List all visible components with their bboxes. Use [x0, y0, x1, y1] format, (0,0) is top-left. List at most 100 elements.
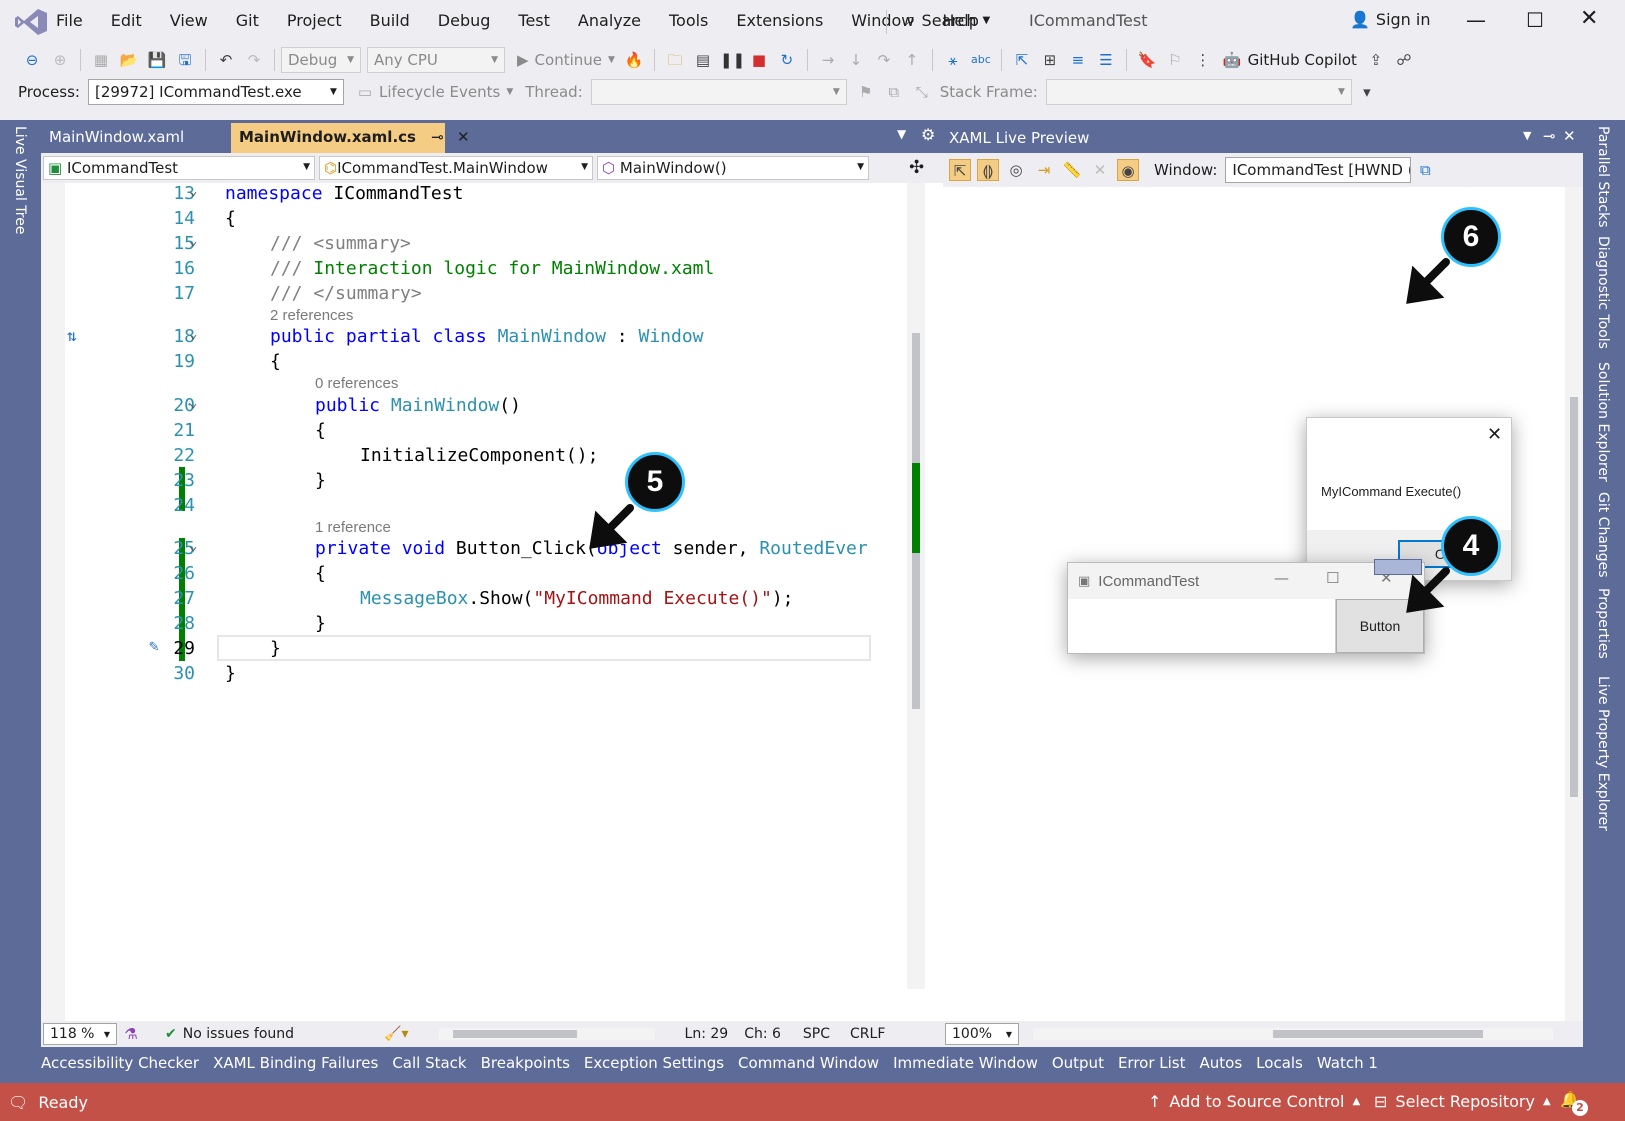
menu-window[interactable]: Window	[851, 11, 914, 30]
pause-icon[interactable]: ❚❚	[720, 49, 745, 71]
step-over-icon[interactable]: →	[817, 49, 839, 71]
zoom-dropdown[interactable]: 118 % ▼	[43, 1023, 117, 1045]
menu-file[interactable]: File	[56, 11, 83, 30]
expand-icon[interactable]: ⤡	[911, 81, 933, 103]
process-dropdown[interactable]: [29972] ICommandTest.exe ▼	[87, 79, 344, 105]
split-window-icon[interactable]: ✣	[909, 157, 924, 178]
menu-extensions[interactable]: Extensions	[736, 11, 823, 30]
window-dropdown[interactable]: ICommandTest [HWND (▼	[1225, 157, 1412, 183]
menu-test[interactable]: Test	[518, 11, 550, 30]
scrollbar-thumb[interactable]	[1273, 1030, 1483, 1038]
toolbar-overflow-icon[interactable]: ▾	[1356, 81, 1378, 103]
column-indicator[interactable]: Ch: 6	[744, 1026, 781, 1042]
diagnostic-tools-tab[interactable]: Diagnostic Tools	[1595, 236, 1611, 349]
select-element-icon[interactable]: ⇱	[949, 159, 971, 181]
tab-dropdown-icon[interactable]: ▼	[897, 127, 906, 141]
code-cleanup-icon[interactable]: 🧹▾	[384, 1026, 408, 1042]
visual-studio-logo-icon[interactable]	[14, 8, 48, 36]
redo-icon[interactable]: ↷	[243, 49, 265, 71]
codelens-references[interactable]: 1 reference	[315, 519, 391, 536]
solution-explorer-tab[interactable]: Solution Explorer	[1595, 362, 1611, 482]
select-element-icon[interactable]: ⇱	[1011, 49, 1033, 71]
close-icon[interactable]: ✕	[1563, 127, 1576, 145]
window-layout-icon[interactable]: ▤	[692, 49, 714, 71]
live-visual-tree-tab[interactable]: Live Visual Tree	[12, 126, 28, 234]
step-out-icon[interactable]: ↑	[901, 49, 923, 71]
preview-zoom-dropdown[interactable]: 100% ▼	[945, 1023, 1019, 1045]
preview-eye-icon[interactable]: ◉	[1117, 159, 1139, 181]
undo-icon[interactable]: ↶	[215, 49, 237, 71]
forward-icon[interactable]: ⊕	[49, 49, 71, 71]
collapse-icon[interactable]: ⌄	[189, 233, 197, 249]
settings-gear-icon[interactable]: ⚙	[921, 125, 935, 144]
issues-status[interactable]: No issues found	[183, 1026, 294, 1042]
close-icon[interactable]: ✕	[1580, 6, 1598, 31]
menu-view[interactable]: View	[170, 11, 208, 30]
new-project-icon[interactable]: ▦	[90, 49, 112, 71]
stop-icon[interactable]: ■	[748, 49, 770, 71]
sign-in-button[interactable]: 👤 Sign in	[1350, 10, 1431, 29]
thread-filter-icon[interactable]: ⧉	[883, 81, 905, 103]
menu-tools[interactable]: Tools	[669, 11, 708, 30]
class-nav-dropdown[interactable]: ⌬ICommandTest.MainWindow ▼	[319, 156, 593, 180]
codelens-references[interactable]: 2 references	[270, 307, 353, 324]
step-into-icon[interactable]: ↓	[845, 49, 867, 71]
clear-icon[interactable]: ✕	[1089, 159, 1111, 181]
tab-exception-settings[interactable]: Exception Settings	[584, 1054, 724, 1072]
message-icon[interactable]: 🗨	[8, 1093, 28, 1112]
back-icon[interactable]: ⊖	[21, 49, 43, 71]
configuration-dropdown[interactable]: Debug ▼	[281, 47, 361, 73]
search-box[interactable]: ⌕ Search ▼	[906, 10, 990, 30]
track-focus-icon[interactable]: ◎	[1005, 159, 1027, 181]
scrollbar-thumb[interactable]	[452, 1030, 577, 1038]
line-indicator[interactable]: Ln: 29	[685, 1026, 729, 1042]
spell-check-icon[interactable]: abc	[970, 49, 992, 71]
tab-accessibility-checker[interactable]: Accessibility Checker	[41, 1054, 199, 1072]
step-back-icon[interactable]: ↷	[873, 49, 895, 71]
line-ending-indicator[interactable]: CRLF	[850, 1026, 885, 1042]
tab-immediate-window[interactable]: Immediate Window	[893, 1054, 1038, 1072]
diagnostic-icon[interactable]: ⚹	[942, 49, 964, 71]
pin-icon[interactable]: ⊸	[431, 128, 444, 146]
maximize-icon[interactable]: ☐	[1526, 8, 1544, 32]
github-copilot-button[interactable]: 🤖 GitHub Copilot	[1223, 51, 1357, 69]
horizontal-scrollbar[interactable]	[438, 1028, 655, 1040]
collapse-icon[interactable]: ⌄	[189, 395, 197, 411]
menu-project[interactable]: Project	[287, 11, 342, 30]
tab-output[interactable]: Output	[1052, 1054, 1104, 1072]
open-folder-icon[interactable]: 📂	[118, 49, 140, 71]
maximize-icon[interactable]: ☐	[1326, 569, 1339, 587]
close-tab-icon[interactable]: ✕	[457, 128, 470, 146]
scrollbar-thumb[interactable]	[1570, 397, 1578, 797]
lifecycle-events-button[interactable]: Lifecycle Events ▼	[379, 83, 513, 101]
platform-dropdown[interactable]: Any CPU ▼	[367, 47, 505, 73]
tab-xaml-binding-failures[interactable]: XAML Binding Failures	[213, 1054, 378, 1072]
pin-icon[interactable]: ⊸	[1543, 127, 1556, 145]
ruler-icon[interactable]: 📏	[1061, 159, 1083, 181]
save-icon[interactable]: 💾	[146, 49, 168, 71]
feedback-icon[interactable]: ☍	[1393, 49, 1415, 71]
git-changes-tab[interactable]: Git Changes	[1595, 492, 1611, 578]
app-textbox[interactable]	[1068, 599, 1336, 653]
vertical-scrollbar[interactable]	[907, 183, 925, 989]
close-icon[interactable]: ✕	[1487, 424, 1502, 445]
collapse-icon[interactable]: ⌄	[189, 326, 197, 342]
tab-breakpoints[interactable]: Breakpoints	[481, 1054, 570, 1072]
tab-locals[interactable]: Locals	[1256, 1054, 1303, 1072]
vertical-scrollbar[interactable]	[1565, 187, 1583, 1021]
add-to-source-control-button[interactable]: ↑ Add to Source Control ▲	[1148, 1092, 1360, 1111]
ai-assist-icon[interactable]: ⚗	[120, 1023, 142, 1045]
thread-dropdown[interactable]: ▼	[590, 79, 847, 105]
stack-frame-dropdown[interactable]: ▼	[1045, 79, 1352, 105]
inheritance-glyph-icon[interactable]: ⇅	[67, 326, 77, 345]
whitespace-indicator[interactable]: SPC	[803, 1026, 830, 1042]
menu-debug[interactable]: Debug	[438, 11, 491, 30]
tab-error-list[interactable]: Error List	[1118, 1054, 1186, 1072]
minimize-icon[interactable]: —	[1274, 569, 1289, 587]
collapse-icon[interactable]: ⌄	[189, 183, 197, 199]
tab-command-window[interactable]: Command Window	[738, 1054, 879, 1072]
minimize-icon[interactable]: —	[1466, 8, 1486, 32]
restart-icon[interactable]: ↻	[776, 49, 798, 71]
code-area[interactable]: ⇅ ✎ 13 14 15 16 17 18 19 20 21 22 23 24 …	[41, 183, 943, 1021]
horizontal-scrollbar[interactable]	[1033, 1028, 1553, 1040]
